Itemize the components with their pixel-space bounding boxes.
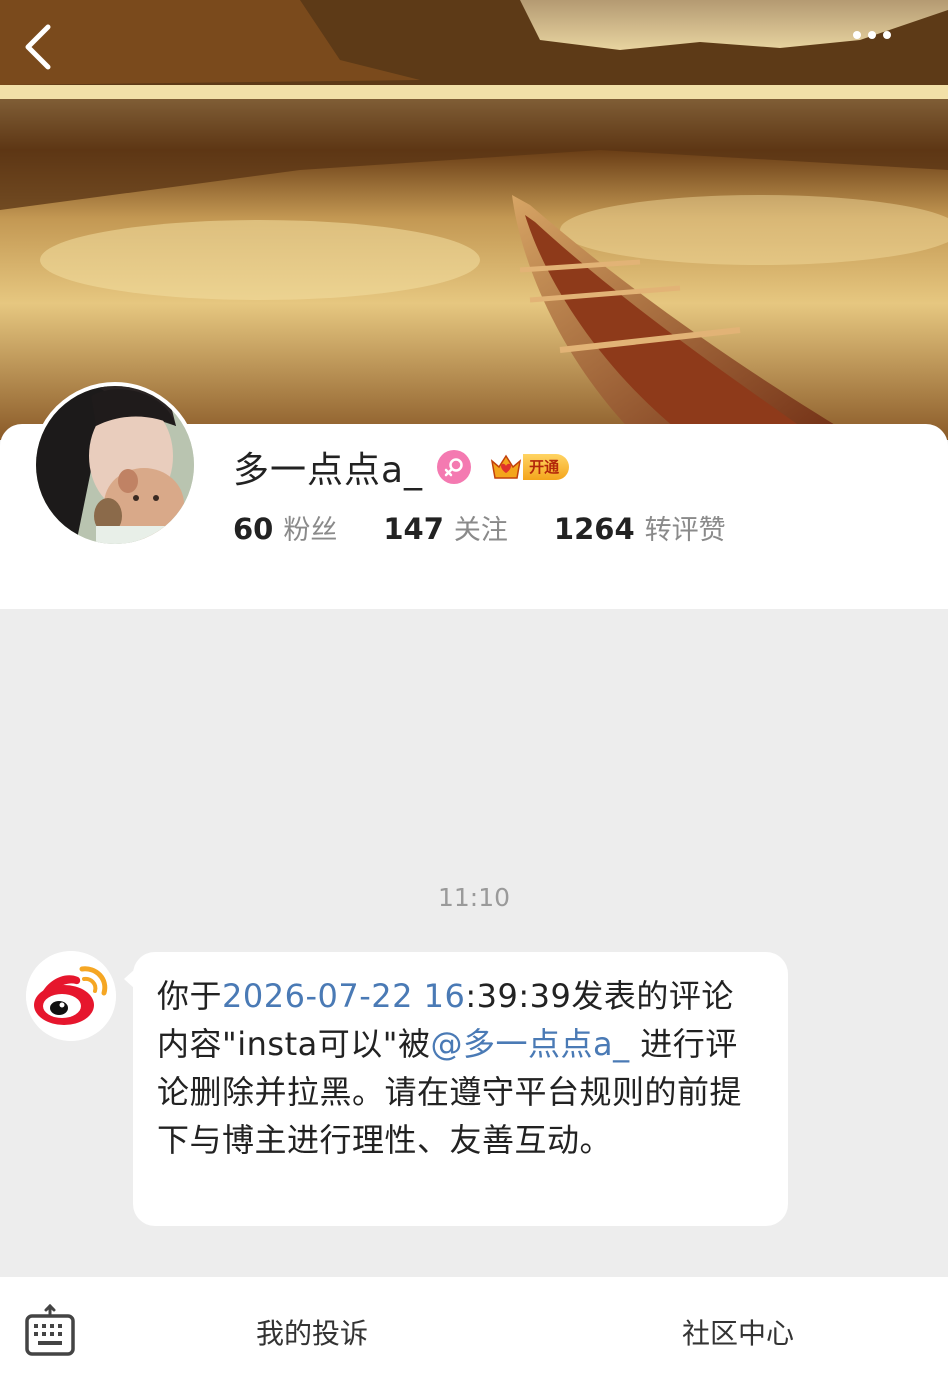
profile-name-row: 多一点点a_ 开通	[233, 442, 570, 492]
profile-stats: 60 粉丝 147 关注 1264 转评赞	[233, 505, 726, 549]
date-link[interactable]: 2026-07-22 16	[222, 977, 465, 1015]
community-center-button[interactable]: 社区中心	[626, 1307, 850, 1357]
mention-link[interactable]: @多一点点a_	[430, 1025, 629, 1063]
more-dots-icon	[853, 31, 891, 39]
profile-name: 多一点点a_	[233, 450, 424, 491]
message-time: 11:10	[437, 883, 511, 912]
system-message-bubble[interactable]: 你于2026-07-22 16:39:39发表的评论内容"insta可以"被@多…	[124, 952, 788, 1226]
weibo-logo-icon	[26, 951, 116, 1041]
keyboard-toggle-button[interactable]	[20, 1303, 80, 1363]
system-message-text: 你于2026-07-22 16:39:39发表的评论内容"insta可以"被@多…	[157, 977, 743, 1159]
vip-label: 开通	[523, 454, 570, 480]
avatar[interactable]	[32, 382, 198, 548]
more-options-button[interactable]	[852, 30, 912, 72]
stat-following[interactable]: 147 关注	[383, 508, 508, 547]
crown-icon	[490, 454, 522, 479]
chevron-left-icon	[25, 24, 51, 70]
vip-open-badge[interactable]: 开通	[489, 451, 570, 483]
stat-value: 147	[383, 511, 444, 546]
my-complaints-button[interactable]: 我的投诉	[200, 1307, 424, 1357]
back-button[interactable]	[22, 24, 70, 78]
profile-cover-image	[0, 0, 948, 440]
stat-followers[interactable]: 60 粉丝	[233, 508, 337, 547]
bottom-menu-bar: 我的投诉 社区中心	[0, 1277, 948, 1387]
stat-label: 转评赞	[644, 514, 726, 546]
stat-value: 1264	[553, 511, 635, 546]
stat-interactions[interactable]: 1264 转评赞	[554, 508, 726, 547]
stat-label: 关注	[453, 514, 508, 546]
female-icon	[437, 450, 472, 484]
stat-value: 60	[233, 511, 274, 546]
weibo-message-page: 多一点点a_ 开通 60 粉丝 147 关注 1264 转评赞 11:10 你于…	[0, 0, 948, 1387]
avatar-photo	[36, 386, 194, 544]
keyboard-icon	[25, 1303, 75, 1356]
stat-label: 粉丝	[283, 514, 338, 546]
sender-avatar[interactable]	[26, 951, 116, 1041]
